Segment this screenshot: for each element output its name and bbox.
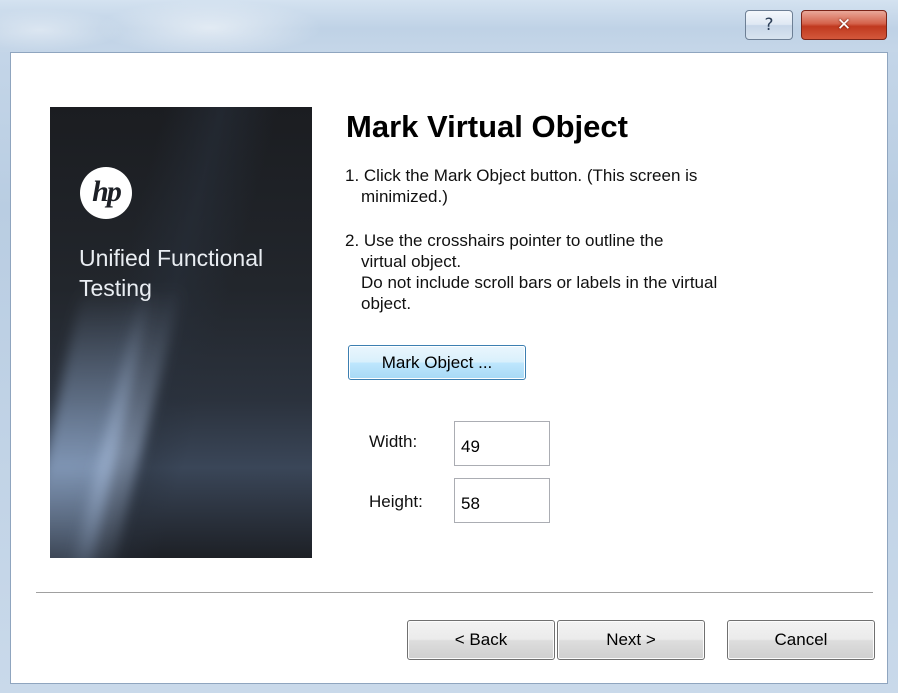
- step-1-line-1: 1. Click the Mark Object button. (This s…: [345, 166, 698, 185]
- product-name: Unified Functional Testing: [79, 245, 264, 301]
- instruction-step-1: 1. Click the Mark Object button. (This s…: [345, 165, 697, 207]
- close-button[interactable]: ✕: [801, 10, 887, 40]
- dialog-window: ? ✕ hp Unified Functional Testing Mark V…: [0, 0, 898, 693]
- cancel-button[interactable]: Cancel: [727, 620, 875, 660]
- step-2-line-4: object.: [361, 294, 412, 313]
- hp-logo-text: hp: [92, 174, 122, 208]
- help-button[interactable]: ?: [745, 10, 793, 40]
- width-field[interactable]: [454, 421, 550, 466]
- width-label: Width:: [369, 432, 418, 451]
- help-icon: ?: [764, 15, 774, 35]
- close-icon: ✕: [836, 15, 852, 35]
- product-banner: hp Unified Functional Testing: [50, 107, 312, 558]
- step-2-line-1: 2. Use the crosshairs pointer to outline…: [345, 231, 664, 250]
- footer-divider: [36, 592, 873, 594]
- page-title: Mark Virtual Object: [346, 109, 628, 144]
- step-1-line-2: minimized.): [361, 187, 448, 206]
- back-button[interactable]: < Back: [407, 620, 555, 660]
- step-2-line-2: virtual object.: [361, 252, 462, 271]
- height-label: Height:: [369, 492, 423, 511]
- instruction-step-2: 2. Use the crosshairs pointer to outline…: [345, 230, 717, 314]
- step-2-line-3: Do not include scroll bars or labels in …: [361, 273, 718, 292]
- next-button[interactable]: Next >: [557, 620, 705, 660]
- mark-object-button[interactable]: Mark Object ...: [348, 345, 526, 380]
- title-bar[interactable]: ? ✕: [0, 0, 898, 52]
- dialog-client-area: hp Unified Functional Testing Mark Virtu…: [10, 52, 888, 684]
- height-field[interactable]: [454, 478, 550, 523]
- hp-logo: hp: [80, 167, 132, 219]
